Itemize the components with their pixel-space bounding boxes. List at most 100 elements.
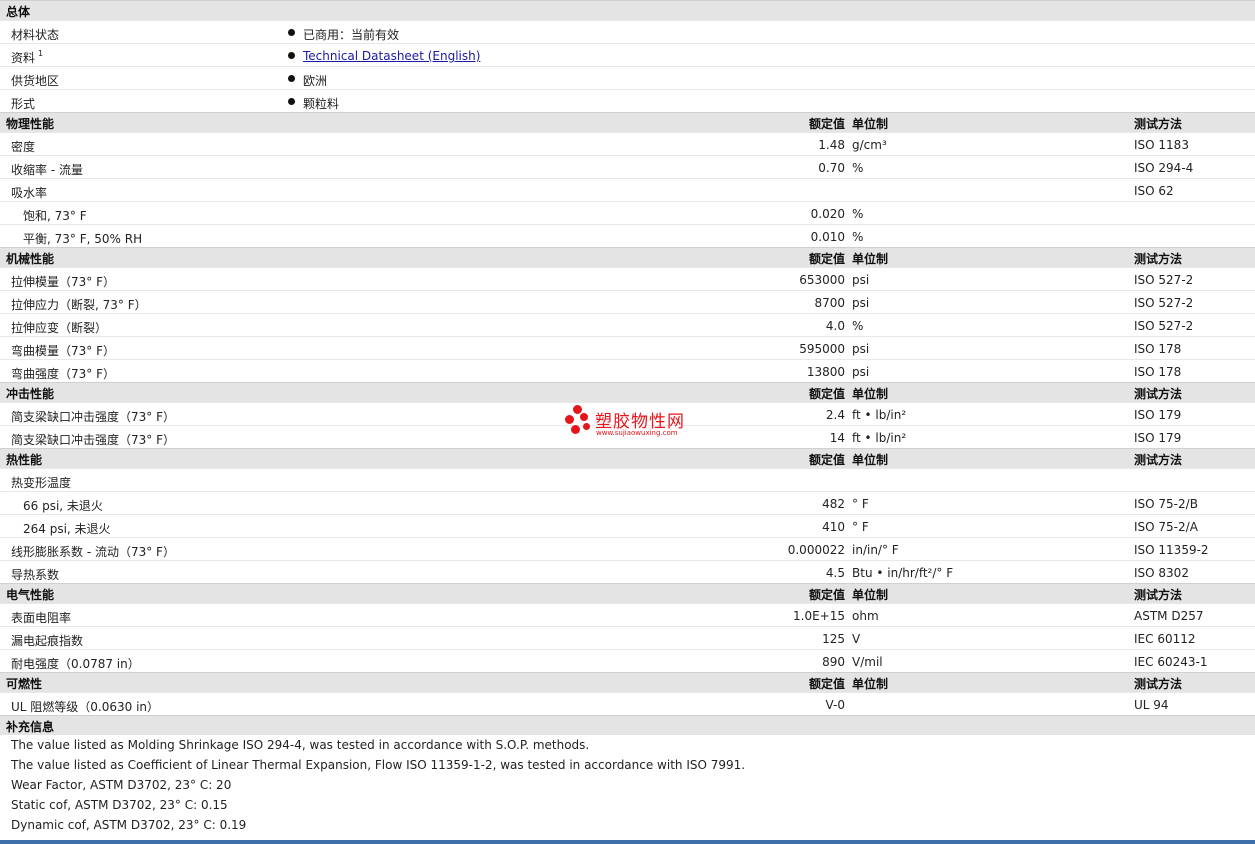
note-line: The value listed as Coefficient of Linea… [11,758,746,772]
logo-dot-icon [573,405,582,414]
header-method: 测试方法 [1134,387,1183,401]
property-value: 653000 [799,273,845,287]
test-method: ISO 75-2/A [1134,520,1198,534]
property-unit: ° F [852,497,869,511]
property-unit: ft • lb/in² [852,431,907,445]
property-value: 0.70 [818,161,845,175]
property-unit: ohm [852,609,879,623]
property-value: 482 [822,497,845,511]
header-method: 测试方法 [1134,252,1183,266]
logo-dot-icon [571,425,580,434]
header-unit: 单位制 [852,453,889,467]
property-label: 形式 [11,97,36,111]
property-row: 导热系数 4.5 Btu • in/hr/ft²/° F ISO 8302 [0,560,1255,583]
header-unit: 单位制 [852,677,889,691]
general-row: 形式 颗粒料 [0,89,1255,112]
property-value: 8700 [814,296,845,310]
watermark-logo: 塑胶物性网 www.sujiaowuxing.com [565,405,705,441]
property-label: 漏电起痕指数 [11,634,84,648]
property-label: 饱和, 73° F [23,209,87,223]
general-row: 供货地区 欧洲 [0,66,1255,89]
test-method: IEC 60112 [1134,632,1196,646]
section-header-electrical: 电气性能 额定值 单位制 测试方法 [0,583,1255,603]
property-value: 0.010 [810,230,845,244]
property-value: V-0 [825,698,845,712]
property-unit: % [852,319,864,333]
property-label: 简支梁缺口冲击强度（73° F） [11,433,175,447]
property-unit: % [852,230,864,244]
property-row: 漏电起痕指数 125 V IEC 60112 [0,626,1255,649]
note-line: The value listed as Molding Shrinkage IS… [11,738,590,752]
note-line: Dynamic cof, ASTM D3702, 23° C: 0.19 [11,818,247,832]
bullet-icon [288,29,295,36]
property-unit: ft • lb/in² [852,408,907,422]
property-label: 弯曲强度（73° F） [11,367,115,381]
test-method: ISO 75-2/B [1134,497,1198,511]
test-method: ISO 527-2 [1134,319,1194,333]
property-unit: Btu • in/hr/ft²/° F [852,566,954,580]
header-value: 额定值 [808,453,845,467]
property-row: 平衡, 73° F, 50% RH 0.010 % [0,224,1255,247]
property-label: 平衡, 73° F, 50% RH [23,232,143,246]
property-unit: % [852,207,864,221]
property-unit: ° F [852,520,869,534]
header-method: 测试方法 [1134,117,1183,131]
test-method: ASTM D257 [1134,609,1204,623]
section-title: 机械性能 [6,252,55,266]
property-row: 拉伸模量（73° F） 653000 psi ISO 527-2 [0,267,1255,290]
test-method: ISO 178 [1134,342,1182,356]
property-value: 1.48 [818,138,845,152]
property-value: 595000 [799,342,845,356]
section-title: 补充信息 [6,720,55,734]
test-method: UL 94 [1134,698,1169,712]
bullet-icon [288,98,295,105]
property-label: 拉伸应变（断裂） [11,321,108,335]
property-value: 欧洲 [303,74,328,88]
property-value: 14 [829,431,845,445]
property-unit: psi [852,296,870,310]
test-method: ISO 62 [1134,184,1174,198]
property-value: 0.020 [810,207,845,221]
property-label: 66 psi, 未退火 [23,499,103,513]
property-label: 收缩率 - 流量 [11,163,83,177]
section-header-mechanical: 机械性能 额定值 单位制 测试方法 [0,247,1255,267]
header-unit: 单位制 [852,252,889,266]
property-value: 4.5 [825,566,845,580]
bullet-icon [288,75,295,82]
header-unit: 单位制 [852,387,889,401]
property-value: 已商用：当前有效 [303,28,400,42]
property-row: 弯曲强度（73° F） 13800 psi ISO 178 [0,359,1255,382]
property-row: 264 psi, 未退火 410 ° F ISO 75-2/A [0,514,1255,537]
property-row: 线形膨胀系数 - 流动（73° F） 0.000022 in/in/° F IS… [0,537,1255,560]
footnote-marker: 1 [38,49,44,58]
property-unit: in/in/° F [852,543,899,557]
test-method: ISO 527-2 [1134,296,1194,310]
property-value: 4.0 [825,319,845,333]
property-label: 供货地区 [11,74,60,88]
section-header-physical: 物理性能 额定值 单位制 测试方法 [0,112,1255,132]
section-title: 可燃性 [6,677,43,691]
property-label: 材料状态 [11,28,60,42]
section-title: 冲击性能 [6,387,55,401]
logo-dot-icon [565,415,574,424]
datasheet-link[interactable]: Technical Datasheet (English) [303,49,480,63]
property-label: 资料 1 [11,49,44,65]
property-value: 颗粒料 [303,97,340,111]
test-method: ISO 8302 [1134,566,1189,580]
property-label: UL 阻燃等级（0.0630 in） [11,700,160,714]
note-line: Wear Factor, ASTM D3702, 23° C: 20 [11,778,232,792]
general-row: 材料状态 已商用：当前有效 [0,20,1255,43]
test-method: ISO 179 [1134,408,1182,422]
section-title: 物理性能 [6,117,55,131]
property-row: 吸水率 ISO 62 [0,178,1255,201]
property-unit: V/mil [852,655,883,669]
property-row: 弯曲模量（73° F） 595000 psi ISO 178 [0,336,1255,359]
property-value: 13800 [806,365,845,379]
test-method: ISO 179 [1134,431,1182,445]
header-value: 额定值 [808,252,845,266]
header-value: 额定值 [808,387,845,401]
header-unit: 单位制 [852,588,889,602]
section-title: 热性能 [6,453,43,467]
property-row: 拉伸应力（断裂, 73° F） 8700 psi ISO 527-2 [0,290,1255,313]
section-title: 总体 [6,5,31,19]
